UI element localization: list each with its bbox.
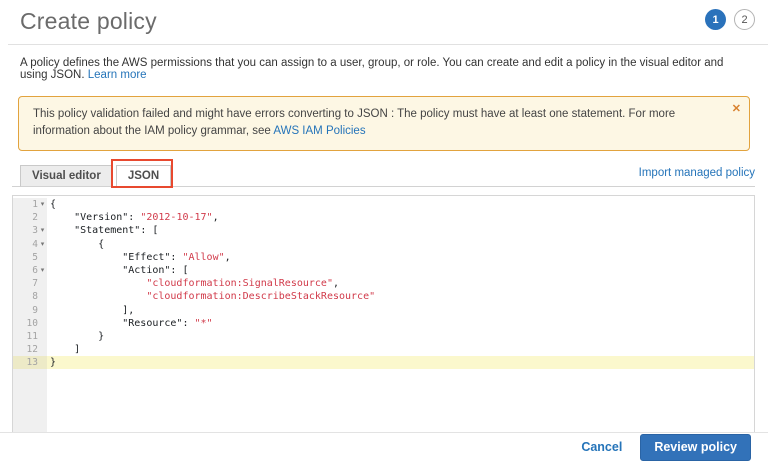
header-divider [8, 44, 768, 45]
line-number: 9 [32, 305, 38, 316]
fold-arrow-icon[interactable]: ▾ [38, 238, 47, 251]
editor-line[interactable]: 8 "cloudformation:DescribeStackResource" [13, 290, 754, 303]
line-number-gutter: 1▾ [13, 198, 47, 211]
editor-line[interactable]: 3▾ "Statement": [ [13, 224, 754, 237]
review-policy-button[interactable]: Review policy [640, 434, 751, 461]
line-number: 12 [27, 344, 38, 355]
code-text: "Statement": [ [47, 224, 754, 237]
line-number: 2 [32, 212, 38, 223]
json-policy-editor[interactable]: 1▾{2 "Version": "2012-10-17",3▾ "Stateme… [12, 195, 755, 450]
line-number-gutter: 9 [13, 304, 47, 317]
editor-tab-bar: Visual editor JSON Import managed policy [12, 163, 755, 187]
editor-line[interactable]: 6▾ "Action": [ [13, 264, 754, 277]
line-number-gutter: 12 [13, 343, 47, 356]
line-number-gutter: 2 [13, 211, 47, 224]
line-number-gutter: 6▾ [13, 264, 47, 277]
editor-line[interactable]: 12 ] [13, 343, 754, 356]
code-text: "cloudformation:SignalResource", [47, 277, 754, 290]
code-text: "Version": "2012-10-17", [47, 211, 754, 224]
editor-lines: 1▾{2 "Version": "2012-10-17",3▾ "Stateme… [13, 198, 754, 369]
editor-line[interactable]: 4▾ { [13, 238, 754, 251]
code-text: { [47, 198, 754, 211]
editor-line[interactable]: 9 ], [13, 304, 754, 317]
line-number-gutter: 7 [13, 277, 47, 290]
line-number-gutter: 10 [13, 317, 47, 330]
editor-line[interactable]: 1▾{ [13, 198, 754, 211]
fold-arrow-icon[interactable]: ▾ [38, 224, 47, 237]
editor-line[interactable]: 11 } [13, 330, 754, 343]
code-text: "Effect": "Allow", [47, 251, 754, 264]
step-1-badge: 1 [705, 9, 726, 30]
code-text: } [47, 330, 754, 343]
line-number: 7 [32, 278, 38, 289]
intro-text: A policy defines the AWS permissions tha… [20, 57, 748, 81]
import-managed-policy-link[interactable]: Import managed policy [639, 167, 755, 182]
page-header: Create policy 1 2 [0, 0, 768, 35]
editor-line[interactable]: 7 "cloudformation:SignalResource", [13, 277, 754, 290]
editor-line[interactable]: 10 "Resource": "*" [13, 317, 754, 330]
tab-visual-editor[interactable]: Visual editor [20, 165, 113, 187]
line-number-gutter: 8 [13, 290, 47, 303]
editor-line[interactable]: 5 "Effect": "Allow", [13, 251, 754, 264]
line-number: 5 [32, 252, 38, 263]
line-number-gutter: 3▾ [13, 224, 47, 237]
cancel-link[interactable]: Cancel [581, 440, 622, 454]
step-2-badge: 2 [734, 9, 755, 30]
editor-line[interactable]: 13} [13, 356, 754, 369]
tab-json[interactable]: JSON [116, 165, 171, 187]
code-text: "cloudformation:DescribeStackResource" [47, 290, 754, 303]
learn-more-link[interactable]: Learn more [88, 69, 147, 81]
code-text: ] [47, 343, 754, 356]
fold-arrow-icon[interactable]: ▾ [38, 198, 47, 211]
editor-line[interactable]: 2 "Version": "2012-10-17", [13, 211, 754, 224]
aws-iam-policies-link[interactable]: AWS IAM Policies [273, 125, 365, 137]
code-text: } [47, 356, 754, 369]
code-text: { [47, 238, 754, 251]
line-number: 10 [27, 318, 38, 329]
code-text: "Action": [ [47, 264, 754, 277]
line-number-gutter: 13 [13, 356, 47, 369]
line-number: 13 [27, 357, 38, 368]
validation-warning-banner: ✕ This policy validation failed and migh… [18, 96, 750, 151]
code-text: ], [47, 304, 754, 317]
line-number: 11 [27, 331, 38, 342]
code-text: "Resource": "*" [47, 317, 754, 330]
footer-bar: Cancel Review policy [0, 432, 768, 461]
page-title: Create policy [20, 8, 157, 35]
line-number-gutter: 11 [13, 330, 47, 343]
line-number-gutter: 5 [13, 251, 47, 264]
close-icon[interactable]: ✕ [732, 101, 741, 118]
line-number-gutter: 4▾ [13, 238, 47, 251]
step-indicator: 1 2 [705, 9, 755, 30]
line-number: 8 [32, 291, 38, 302]
fold-arrow-icon[interactable]: ▾ [38, 264, 47, 277]
